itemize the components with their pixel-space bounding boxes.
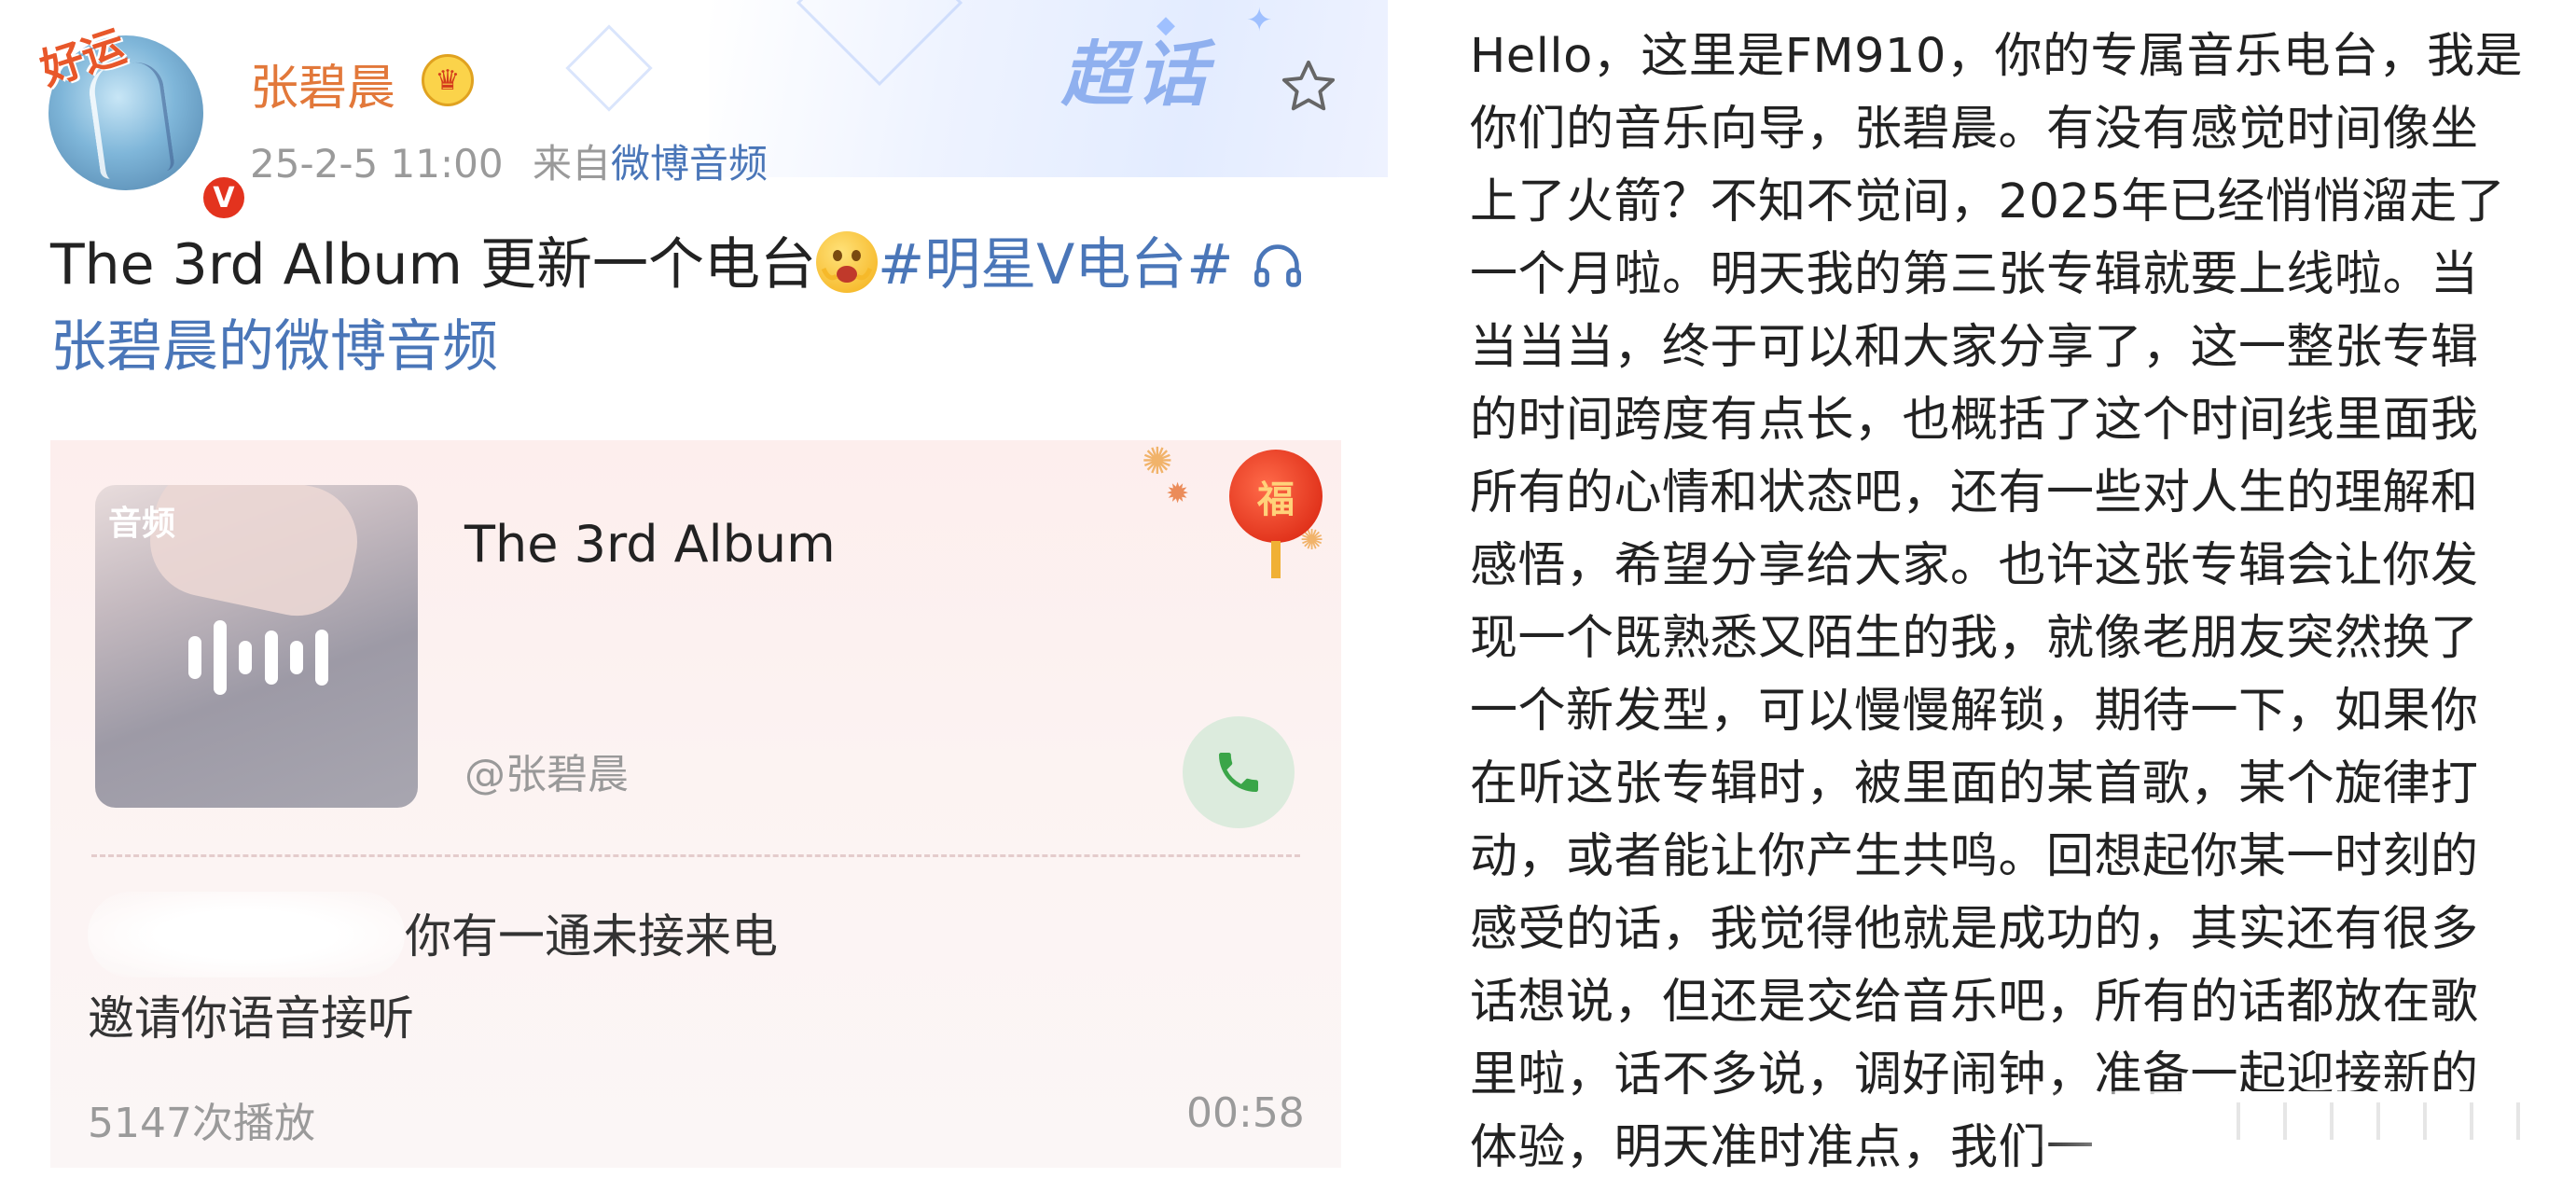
hashtag-link[interactable]: #明星V电台# [878,232,1234,298]
lantern-tassel [1271,541,1281,578]
transcript-line: 动，或者能让你产生共鸣。回想起你某一时刻的 [1470,829,2479,884]
transcript-line: 一个月啦。明天我的第三张专辑就要上线啦。当 [1470,247,2479,302]
banner-diamond-decoration [565,24,653,112]
audio-label: 音频 [108,505,176,543]
post-source-link[interactable]: 微博音频 [611,141,768,187]
artist-handle[interactable]: @张碧晨 [464,741,629,800]
transcript-line: 现一个既熟悉又陌生的我，就像老朋友突然换了 [1470,611,2479,666]
favorite-star-button[interactable] [1278,56,1339,118]
crown-icon: ♛ [422,54,474,106]
post-body: The 3rd Album 更新一个电台 #明星V电台# 张碧晨的微博音频 [50,224,1337,388]
weibo-post-panel: 超话 ✦ ◆ 好运 V 张碧晨 ♛ 25-2-5 11:00 来自微博音频 Th… [0,0,1388,1192]
star-icon [1281,60,1336,111]
transcript-panel: Hello，这里是FM910，你的专属音乐电台，我是 你们的音乐向导，张碧晨。有… [1388,0,2576,1192]
redacted-username [88,892,405,977]
transcript-line: 在听这张专辑时，被里面的某首歌，某个旋律打 [1470,756,2479,811]
audio-card[interactable]: ✺ ✹ ✺ 福 音频 The 3rd Album @张碧晨 你有一通未接来电 邀… [50,440,1341,1168]
album-cover[interactable]: 音频 [95,485,418,808]
emoji-icon [815,231,878,293]
audio-profile-link[interactable]: 张碧晨的微博音频 [50,314,498,380]
faded-scrubber [2031,1091,2554,1147]
transcript-line: Hello，这里是FM910，你的专属音乐电台，我是 [1470,29,2523,84]
phone-icon [1219,753,1258,792]
play-count: 5147次播放 [88,1100,315,1147]
transcript-text: Hello，这里是FM910，你的专属音乐电台，我是 你们的音乐向导，张碧晨。有… [1470,21,2523,1185]
post-text: The 3rd Album 更新一个电台 [50,232,816,298]
transcript-line: 上了火箭？不知不觉间，2025年已经悄悄溜走了 [1470,174,2506,229]
waveform-icon [188,616,328,700]
lantern-icon: 福 [1229,450,1323,543]
sparkle-icon: ◆ [1156,11,1175,39]
firework-decoration: ✹ [1166,478,1190,510]
post-time: 25-2-5 11:00 [250,141,504,187]
avatar[interactable]: 好运 V [35,21,248,222]
username[interactable]: 张碧晨 [250,49,395,118]
transcript-line: 一个新发型，可以慢慢解锁，期待一下，如果你 [1470,684,2479,739]
transcript-line: 的时间跨度有点长，也概括了这个时间线里面我 [1470,393,2479,448]
transcript-line: 你们的音乐向导，张碧晨。有没有感觉时间像坐 [1470,102,2479,157]
transcript-line: 感悟，希望分享给大家。也许这张专辑会让你发 [1470,538,2479,593]
transcript-line: 当当当，终于可以和大家分享了，这一整张专辑 [1470,320,2479,375]
post-source-prefix: 来自 [532,141,611,187]
verified-icon: V [200,173,248,222]
album-title: The 3rd Album [464,515,836,574]
missed-call-text: 你有一通未接来电 [405,909,778,963]
transcript-line: 话想说，但还是交给音乐吧，所有的话都放在歌 [1470,975,2479,1030]
sparkle-icon: ✦ [1246,2,1273,39]
audio-duration: 00:58 [1186,1089,1305,1137]
answer-call-button[interactable] [1183,716,1295,828]
invite-text: 邀请你语音接听 [88,991,414,1046]
post-meta: 25-2-5 11:00 来自微博音频 [250,132,768,189]
card-divider [91,854,1300,857]
transcript-line: 所有的心情和状态吧，还有一些对人生的理解和 [1470,465,2479,520]
banner-diamond-decoration [796,0,963,87]
headset-icon [1252,224,1304,306]
transcript-line: 感受的话，我觉得他就是成功的，其实还有很多 [1470,902,2479,957]
supertopic-badge[interactable]: 超话 [1061,17,1211,119]
